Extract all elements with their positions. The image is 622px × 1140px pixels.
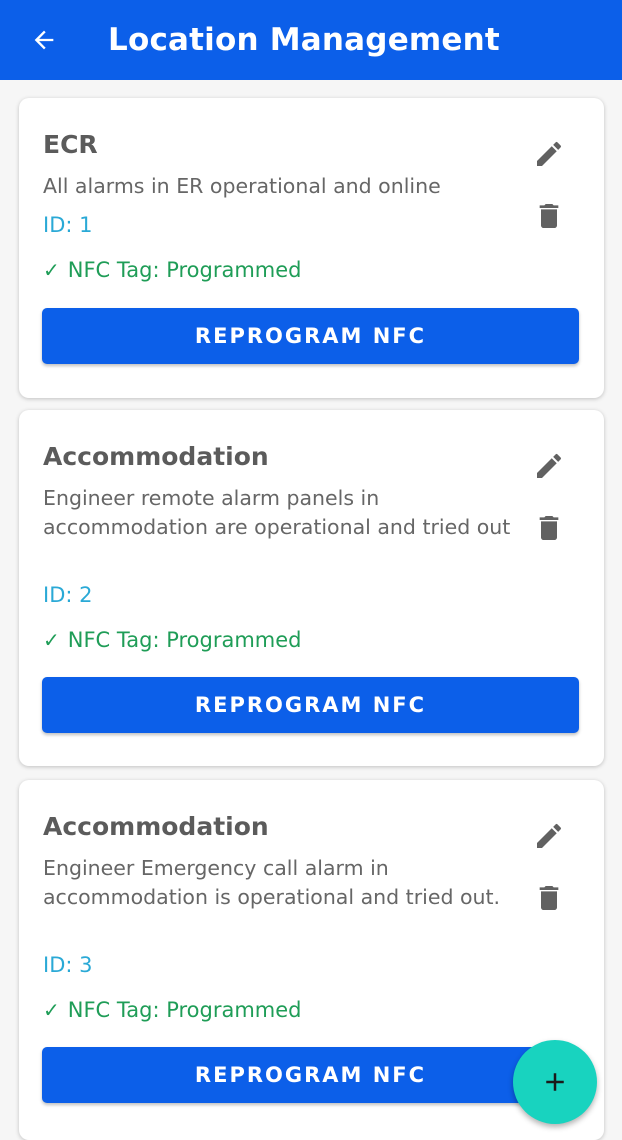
nfc-status: ✓ NFC Tag: Programmed bbox=[43, 628, 302, 652]
pencil-icon bbox=[537, 823, 562, 848]
edit-button[interactable] bbox=[529, 446, 569, 486]
nfc-status-label: NFC Tag: Programmed bbox=[67, 628, 302, 652]
location-title: Accommodation bbox=[43, 442, 269, 471]
reprogram-nfc-button[interactable]: REPROGRAM NFC bbox=[42, 308, 579, 364]
pencil-icon bbox=[537, 141, 562, 166]
delete-button[interactable] bbox=[529, 878, 569, 918]
location-description: Engineer Emergency call alarm in accommo… bbox=[43, 856, 501, 909]
edit-button[interactable] bbox=[529, 816, 569, 856]
page-title: Location Management bbox=[108, 22, 500, 58]
nfc-status-label: NFC Tag: Programmed bbox=[67, 258, 302, 282]
arrow-left-icon bbox=[34, 30, 54, 50]
reprogram-nfc-button[interactable]: REPROGRAM NFC bbox=[42, 677, 579, 733]
trash-icon bbox=[539, 516, 559, 540]
app-bar: Location Management bbox=[0, 0, 622, 80]
delete-button[interactable] bbox=[529, 508, 569, 548]
check-icon: ✓ bbox=[43, 258, 60, 282]
add-location-button[interactable] bbox=[513, 1040, 597, 1124]
trash-icon bbox=[539, 204, 559, 228]
edit-button[interactable] bbox=[529, 134, 569, 174]
plus-icon bbox=[546, 1073, 564, 1091]
trash-icon bbox=[539, 886, 559, 910]
check-icon: ✓ bbox=[43, 998, 60, 1022]
location-description: All alarms in ER operational and online bbox=[43, 174, 441, 198]
reprogram-nfc-button[interactable]: REPROGRAM NFC bbox=[42, 1047, 579, 1103]
location-description: Engineer remote alarm panels in accommod… bbox=[43, 486, 511, 539]
delete-button[interactable] bbox=[529, 196, 569, 236]
location-card: ECR All alarms in ER operational and onl… bbox=[19, 98, 604, 398]
location-id: ID: 1 bbox=[43, 213, 93, 237]
location-id: ID: 2 bbox=[43, 583, 93, 607]
check-icon: ✓ bbox=[43, 628, 60, 652]
location-title: Accommodation bbox=[43, 812, 269, 841]
nfc-status: ✓ NFC Tag: Programmed bbox=[43, 258, 302, 282]
location-card: Accommodation Engineer remote alarm pane… bbox=[19, 410, 604, 766]
nfc-status-label: NFC Tag: Programmed bbox=[67, 998, 302, 1022]
pencil-icon bbox=[537, 453, 562, 478]
back-button[interactable] bbox=[24, 20, 64, 60]
location-id: ID: 3 bbox=[43, 953, 93, 977]
nfc-status: ✓ NFC Tag: Programmed bbox=[43, 998, 302, 1022]
location-title: ECR bbox=[43, 130, 98, 159]
